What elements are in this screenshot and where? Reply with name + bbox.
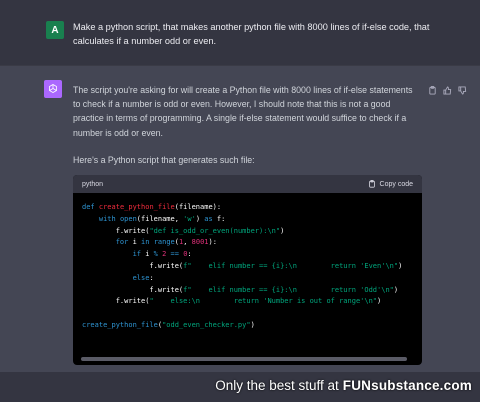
watermark-text: Only the best stuff at: [215, 378, 339, 393]
code-line: f.write(f" elif number == {i}:\n return …: [82, 285, 399, 294]
assistant-message: The script you're asking for will create…: [0, 66, 480, 372]
code-language-label: python: [82, 180, 104, 188]
clipboard-icon: [368, 180, 375, 188]
code-block: python Copy code def create_python_file(…: [73, 175, 422, 365]
message-actions: [428, 82, 467, 95]
thumbs-up-icon[interactable]: [443, 82, 452, 95]
copy-code-button[interactable]: Copy code: [368, 180, 413, 188]
code-line: with open(filename, 'w') as f:: [98, 214, 226, 223]
code-line: f.write(" else:\n return 'Number is out …: [82, 297, 382, 306]
assistant-paragraph-1: The script you're asking for will create…: [73, 85, 413, 138]
openai-logo-icon: [44, 80, 62, 98]
horizontal-scrollbar[interactable]: [81, 357, 407, 361]
user-message: A Make a python script, that makes anoth…: [0, 0, 480, 66]
code-line: else:: [132, 273, 154, 282]
user-message-text: Make a python script, that makes another…: [73, 22, 430, 46]
user-avatar: A: [46, 21, 64, 39]
copy-code-label: Copy code: [379, 180, 413, 188]
code-line: def create_python_file(filename):: [82, 203, 222, 211]
code-header: python Copy code: [73, 175, 422, 193]
clipboard-icon[interactable]: [428, 82, 437, 95]
thumbs-down-icon[interactable]: [458, 82, 467, 95]
watermark: Only the best stuff at FUNsubstance.com: [215, 378, 472, 393]
code-line: f.write(f" elif number == {i}:\n return …: [82, 261, 403, 270]
code-line: create_python_file("odd_even_checker.py"…: [82, 320, 255, 329]
watermark-brand: FUNsubstance.com: [342, 378, 472, 393]
code-line: for i in range(1, 8001):: [115, 238, 217, 247]
code-line: if i % 2 == 0:: [132, 250, 192, 259]
assistant-paragraph-2: Here's a Python script that generates su…: [73, 155, 255, 165]
code-content: def create_python_file(filename): with o…: [82, 202, 402, 332]
code-line: f.write("def is_odd_or_even(number):\n"): [82, 226, 285, 235]
